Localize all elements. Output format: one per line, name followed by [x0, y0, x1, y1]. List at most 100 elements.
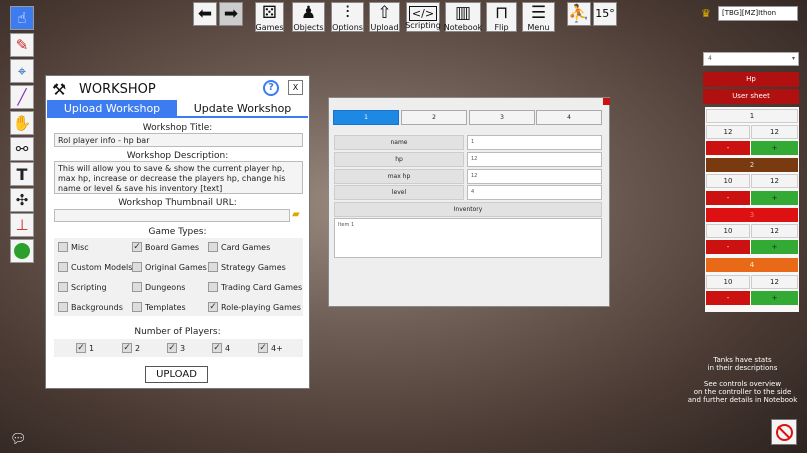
map-pin-tool-icon[interactable]: ⌖ [10, 59, 34, 83]
tab-player-4[interactable]: 4 [536, 110, 602, 125]
inventory-textarea[interactable]: Item 1 [334, 218, 602, 258]
chevron-down-icon: ▾ [791, 55, 795, 62]
game-type-board-games[interactable]: ✓ Board Games [132, 242, 199, 252]
close-button[interactable]: X [288, 80, 303, 95]
user-sheet-button[interactable]: User sheet [703, 89, 799, 104]
checkbox-icon [208, 242, 218, 252]
undo-arrow-icon[interactable]: ⬅ [193, 2, 217, 26]
scripting-button[interactable]: </> Scripting [405, 2, 441, 32]
tab-upload-workshop[interactable]: Upload Workshop [47, 100, 177, 117]
description-input[interactable]: This will allow you to save & show the c… [54, 161, 303, 194]
checkbox-icon [208, 282, 218, 292]
game-types-label: Game Types: [148, 227, 207, 237]
player-name-badge[interactable]: [TBG][MZ]Ithon [718, 6, 798, 21]
player-1-max-hp: 12 [751, 125, 798, 139]
tab-player-2[interactable]: 2 [401, 110, 467, 125]
game-type-backgrounds[interactable]: Backgrounds [58, 302, 123, 312]
field-level-label: level [334, 185, 464, 200]
players-4-plus[interactable]: ✓ 4+ [258, 343, 283, 353]
field-name-label: name [334, 135, 464, 150]
panel-close-corner[interactable] [603, 98, 610, 105]
workshop-title: WORKSHOP [79, 82, 156, 97]
players-2[interactable]: ✓ 2 [122, 343, 140, 353]
checkmark-icon: ✓ [212, 343, 222, 353]
checkbox-icon [208, 262, 218, 272]
player-2-name: 2 [706, 158, 798, 172]
field-max-hp-input[interactable]: 12 [467, 169, 602, 184]
field-hp-input[interactable]: 12 [467, 152, 602, 167]
rotation-button[interactable]: 15° [593, 2, 617, 26]
checkbox-icon [58, 282, 68, 292]
workshop-dialog: ⚒ WORKSHOP ? X Upload Workshop Update Wo… [45, 75, 310, 389]
menu-icon: ☰ [530, 3, 547, 23]
field-name-input[interactable]: 1 [467, 135, 602, 150]
player-2-max-hp: 12 [751, 174, 798, 188]
game-type-custom-models[interactable]: Custom Models [58, 262, 132, 272]
weightlift-icon[interactable]: ⛹ [567, 2, 591, 26]
player-4-name: 4 [706, 258, 798, 272]
help-icon[interactable]: ? [263, 80, 279, 96]
game-type-trading-card-games[interactable]: Trading Card Games [208, 282, 302, 292]
game-type-scripting[interactable]: Scripting [58, 282, 107, 292]
pointer-tool-icon[interactable]: ☝ [10, 6, 34, 30]
game-type-dungeons[interactable]: Dungeons [132, 282, 185, 292]
redo-arrow-icon[interactable]: ➡ [219, 2, 243, 26]
games-button[interactable]: ⚄ Games [255, 2, 284, 32]
dice-icon: ⚄ [262, 3, 277, 23]
line-tool-icon[interactable]: ╱ [10, 85, 34, 109]
player-2-plus-button[interactable]: + [751, 191, 798, 205]
player-4-plus-button[interactable]: + [751, 291, 798, 305]
player-4-minus-button[interactable]: - [706, 291, 750, 305]
checkmark-icon: ✓ [258, 343, 268, 353]
gizmo-tool-icon[interactable]: ✣ [10, 188, 34, 212]
joint-tool-icon[interactable]: ⚯ [10, 137, 34, 161]
field-level-input[interactable]: 4 [467, 185, 602, 200]
player-4-hp: 10 [706, 275, 750, 289]
stamp-tool-icon[interactable]: ⊥ [10, 213, 34, 237]
game-types-grid: Misc ✓ Board Games Card Games Custom Mode… [54, 238, 303, 316]
player-3-plus-button[interactable]: + [751, 240, 798, 254]
notebook-button[interactable]: ▥ Notebook [444, 2, 482, 32]
hp-button[interactable]: Hp [703, 72, 799, 87]
player-1-plus-button[interactable]: + [751, 141, 798, 155]
options-button[interactable]: ⫶ Options [331, 2, 364, 32]
hand-tool-icon[interactable]: ✋ [10, 111, 34, 135]
upload-button[interactable]: ⇧ Upload [369, 2, 400, 32]
description-label: Workshop Description: [126, 151, 229, 161]
game-type-templates[interactable]: Templates [132, 302, 186, 312]
game-type-card-games[interactable]: Card Games [208, 242, 270, 252]
chat-icon[interactable]: 💬︎ [10, 432, 27, 447]
checkmark-icon: ✓ [167, 343, 177, 353]
green-circle-tool-icon[interactable] [10, 239, 34, 263]
tab-update-workshop[interactable]: Update Workshop [177, 100, 308, 117]
players-1[interactable]: ✓ 1 [76, 343, 94, 353]
player-3-minus-button[interactable]: - [706, 240, 750, 254]
no-entry-button[interactable] [771, 419, 797, 445]
players-4[interactable]: ✓ 4 [212, 343, 230, 353]
checkbox-icon [58, 242, 68, 252]
tab-player-3[interactable]: 3 [469, 110, 535, 125]
game-type-misc[interactable]: Misc [58, 242, 89, 252]
tools-icon: ⚒ [52, 80, 67, 99]
player-select[interactable]: 4 ▾ [703, 52, 799, 66]
title-input[interactable]: Rol player info - hp bar [54, 133, 303, 147]
text-tool-icon[interactable]: T [10, 162, 34, 186]
flip-button[interactable]: ⊓ Flip [486, 2, 517, 32]
game-type-role-playing-games[interactable]: ✓ Role-playing Games [208, 302, 301, 312]
pen-tool-icon[interactable]: ✎ [10, 33, 34, 57]
title-label: Workshop Title: [142, 123, 213, 133]
flip-table-icon: ⊓ [494, 3, 509, 23]
thumbnail-label: Workshop Thumbnail URL: [118, 198, 237, 208]
game-type-strategy-games[interactable]: Strategy Games [208, 262, 286, 272]
player-stat-panel: 1 2 3 4 name 1 hp 12 max hp 12 level 4 I… [328, 97, 610, 307]
player-2-minus-button[interactable]: - [706, 191, 750, 205]
players-3[interactable]: ✓ 3 [167, 343, 185, 353]
folder-icon[interactable]: ▰ [292, 209, 300, 220]
thumbnail-input[interactable] [54, 209, 290, 222]
tab-player-1[interactable]: 1 [333, 110, 399, 125]
objects-button[interactable]: ♟ Objects [292, 2, 325, 32]
menu-button[interactable]: ☰ Menu [522, 2, 555, 32]
player-1-minus-button[interactable]: - [706, 141, 750, 155]
game-type-original-games[interactable]: Original Games [132, 262, 207, 272]
upload-submit-button[interactable]: UPLOAD [145, 366, 208, 383]
